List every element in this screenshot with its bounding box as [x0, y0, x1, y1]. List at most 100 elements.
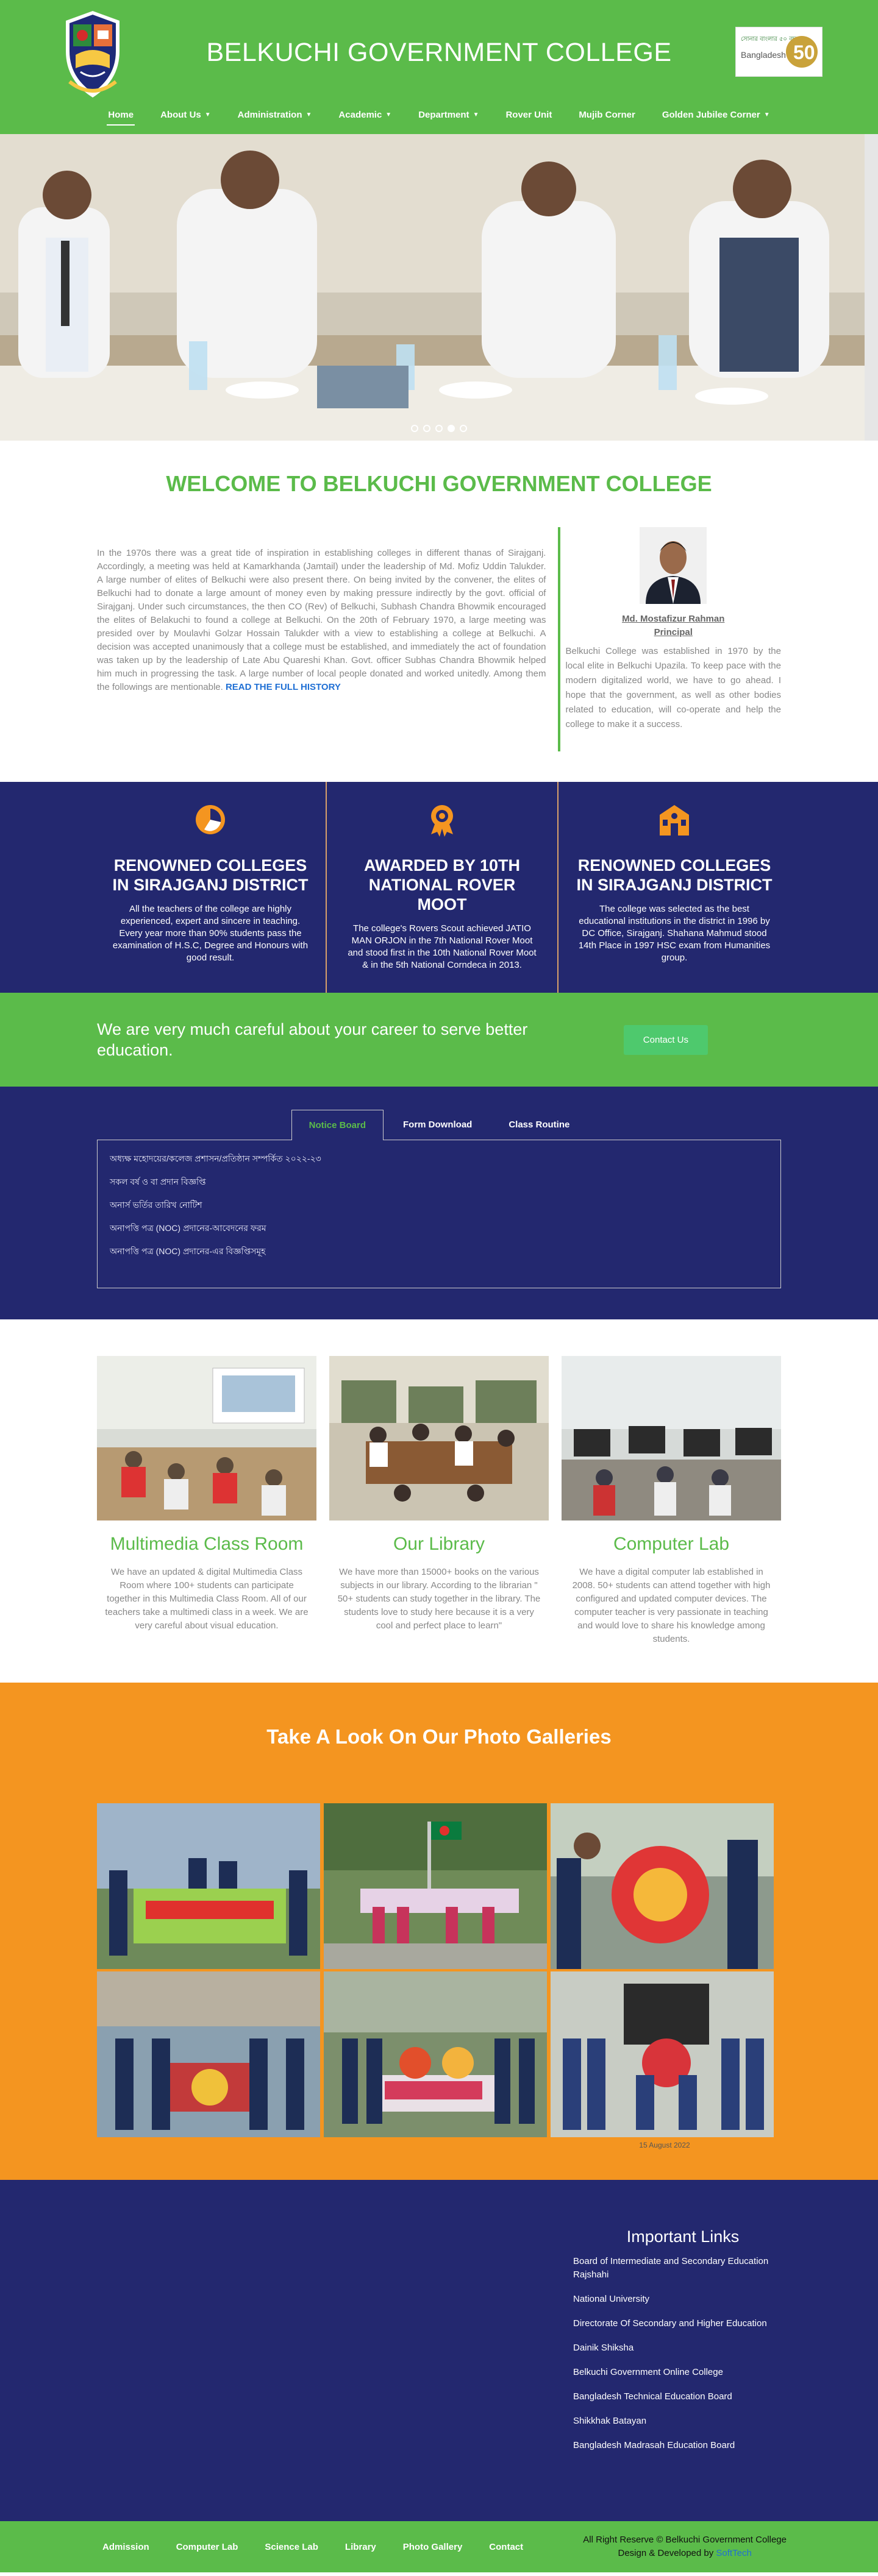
tab-class-routine[interactable]: Class Routine: [491, 1110, 587, 1140]
footer-link-computer-lab[interactable]: Computer Lab: [163, 2542, 252, 2552]
site-footer: Admission Computer Lab Science Lab Libra…: [0, 2521, 878, 2572]
feature-text: All the teachers of the college are high…: [112, 904, 309, 963]
principal-message-card: Md. Mostafizur Rahman Principal Belkuchi…: [558, 527, 781, 751]
important-link[interactable]: Belkuchi Government Online College: [573, 2366, 793, 2379]
slider-dot[interactable]: [460, 425, 467, 432]
feature-card: RENOWNED COLLEGES IN SIRAJGANJ DISTRICT …: [559, 782, 790, 993]
nav-item-golden-jubilee-corner[interactable]: Golden Jubilee Corner ▼: [649, 106, 783, 123]
nav-item-rover-unit[interactable]: Rover Unit: [492, 106, 565, 123]
tab-form-download[interactable]: Form Download: [386, 1110, 489, 1140]
notice-item[interactable]: সকল বর্ষ ও বা প্রদান বিজ্ঞপ্তি: [110, 1171, 768, 1194]
footer-link-contact[interactable]: Contact: [476, 2542, 537, 2552]
feature-title: AWARDED BY 10TH NATIONAL ROVER MOOT: [363, 856, 521, 914]
read-full-history-link[interactable]: READ THE FULL HISTORY: [226, 682, 341, 692]
nav-item-mujib-corner[interactable]: Mujib Corner: [565, 106, 649, 123]
chevron-down-icon: ▼: [763, 111, 770, 118]
golden-jubilee-logo[interactable]: সোনার বাংলার ৫০ বছর Bangladesh 50: [735, 27, 823, 77]
slider-dot-active[interactable]: [448, 425, 455, 432]
facility-text: We have a digital computer lab establish…: [572, 1567, 771, 1644]
principal-title[interactable]: Principal: [565, 626, 781, 639]
nav-item-label: Golden Jubilee Corner: [662, 109, 760, 120]
facility-card: Computer Lab We have a digital computer …: [562, 1356, 781, 1646]
gallery-photo[interactable]: [324, 1971, 547, 2137]
facility-text: We have more than 15000+ books on the va…: [337, 1567, 541, 1631]
multimedia-classroom-photo[interactable]: [97, 1356, 316, 1520]
feature-card: RENOWNED COLLEGES IN SIRAJGANJ DISTRICT …: [95, 782, 327, 993]
computer-lab-photo[interactable]: [562, 1356, 781, 1520]
notice-item[interactable]: অধ্যক্ষ মহোদয়ের/কলেজ প্রশাসন/প্রতিষ্ঠান…: [110, 1148, 768, 1171]
gallery-photo[interactable]: [551, 1971, 774, 2137]
facility-text: We have an updated & digital Multimedia …: [105, 1567, 309, 1631]
slider-dot[interactable]: [435, 425, 443, 432]
important-link[interactable]: Bangladesh Madrasah Education Board: [573, 2439, 793, 2452]
footer-link-library[interactable]: Library: [332, 2542, 390, 2552]
nav-item-academic[interactable]: Academic ▼: [325, 106, 405, 123]
welcome-section: WELCOME TO BELKUCHI GOVERNMENT COLLEGE I…: [0, 441, 878, 751]
cta-text: We are very much careful about your care…: [97, 1020, 528, 1059]
facility-card: Our Library We have more than 15000+ boo…: [329, 1356, 549, 1646]
feature-text: The college's Rovers Scout achieved JATI…: [348, 923, 537, 970]
welcome-heading: WELCOME TO BELKUCHI GOVERNMENT COLLEGE: [166, 471, 712, 496]
gallery-photo[interactable]: [551, 1803, 774, 1969]
feature-text: The college was selected as the best edu…: [578, 904, 771, 963]
gallery-heading: Take A Look On Our Photo Galleries: [266, 1725, 612, 1748]
pie-chart-icon: [196, 805, 225, 834]
notice-item[interactable]: অনাপত্তি পত্র (NOC) প্রদানের-এর বিজ্ঞপ্ত…: [110, 1240, 768, 1263]
jubilee-logo-number: 50: [793, 41, 815, 63]
principal-photo: [640, 527, 707, 604]
important-link[interactable]: Directorate Of Secondary and Higher Educ…: [573, 2317, 793, 2330]
notice-board-section: Notice Board Form Download Class Routine…: [0, 1087, 878, 1319]
important-links-heading: Important Links: [626, 2227, 740, 2246]
gallery-photo[interactable]: [97, 1971, 320, 2137]
slider-dot[interactable]: [411, 425, 418, 432]
tab-notice-board[interactable]: Notice Board: [291, 1110, 384, 1140]
nav-item-label: Administration: [237, 109, 302, 120]
chevron-down-icon: ▼: [204, 111, 211, 118]
gallery-grid: [97, 1803, 781, 2137]
nav-item-administration[interactable]: Administration ▼: [224, 106, 326, 123]
facility-title: Multimedia Class Room: [110, 1534, 304, 1554]
slider-dot[interactable]: [423, 425, 430, 432]
footer-link-science-lab[interactable]: Science Lab: [251, 2542, 332, 2552]
contact-us-button[interactable]: Contact Us: [623, 1024, 708, 1055]
facility-card: Multimedia Class Room We have an updated…: [97, 1356, 316, 1646]
notice-tabs: Notice Board Form Download Class Routine: [0, 1110, 878, 1140]
developer-credit: Design & Developed by SoftTech: [583, 2547, 787, 2560]
library-photo[interactable]: [329, 1356, 549, 1520]
notice-list: অধ্যক্ষ মহোদয়ের/কলেজ প্রশাসন/প্রতিষ্ঠান…: [97, 1140, 781, 1288]
feature-card: AWARDED BY 10TH NATIONAL ROVER MOOT The …: [327, 782, 559, 993]
main-navbar: Home About Us ▼ Administration ▼ Academic ▼ Dep…: [0, 98, 878, 134]
developer-prefix: Design & Developed by: [618, 2548, 716, 2558]
footer-link-photo-gallery[interactable]: Photo Gallery: [390, 2542, 476, 2552]
important-link[interactable]: National University: [573, 2293, 793, 2306]
important-link[interactable]: Dainik Shiksha: [573, 2341, 793, 2355]
hero-slider[interactable]: [0, 134, 878, 441]
feature-title: RENOWNED COLLEGES IN SIRAJGANJ DISTRICT: [576, 856, 773, 894]
feature-title: RENOWNED COLLEGES IN SIRAJGANJ DISTRICT: [112, 856, 309, 894]
nav-item-about-us[interactable]: About Us ▼: [147, 106, 224, 123]
nav-item-department[interactable]: Department ▼: [405, 106, 492, 123]
footer-link-admission[interactable]: Admission: [89, 2542, 163, 2552]
principal-name[interactable]: Md. Mostafizur Rahman: [565, 612, 781, 626]
important-link[interactable]: Board of Intermediate and Secondary Educ…: [573, 2255, 793, 2282]
chevron-down-icon: ▼: [385, 111, 392, 118]
nav-item-label: Mujib Corner: [579, 109, 635, 120]
gallery-photo[interactable]: [324, 1803, 547, 1969]
gallery-photo[interactable]: [97, 1803, 320, 1969]
developer-link[interactable]: SoftTech: [716, 2548, 751, 2558]
nav-item-label: Academic: [338, 109, 382, 120]
footer-links: Admission Computer Lab Science Lab Libra…: [89, 2542, 537, 2552]
important-link[interactable]: Shikkhak Batayan: [573, 2415, 793, 2428]
notice-item[interactable]: অনাপত্তি পত্র (NOC) প্রদানের-আবেদনের ফরম: [110, 1217, 768, 1240]
notice-item[interactable]: অনার্স ভর্তির তারিখ নোটিশ: [110, 1194, 768, 1217]
site-header: BELKUCHI GOVERNMENT COLLEGE সোনার বাংলার…: [0, 0, 878, 105]
important-link[interactable]: Bangladesh Technical Education Board: [573, 2390, 793, 2404]
nav-item-label: Rover Unit: [505, 109, 552, 120]
hero-slide-image: [0, 134, 878, 441]
nav-item-label: Home: [108, 109, 134, 120]
history-paragraph: In the 1970s there was a great tide of i…: [97, 548, 546, 692]
nav-item-home[interactable]: Home: [95, 106, 147, 126]
contact-cta-section: We are very much careful about your care…: [0, 993, 878, 1087]
achievements-section: RENOWNED COLLEGES IN SIRAJGANJ DISTRICT …: [0, 782, 878, 993]
facilities-section: Multimedia Class Room We have an updated…: [0, 1319, 878, 1683]
